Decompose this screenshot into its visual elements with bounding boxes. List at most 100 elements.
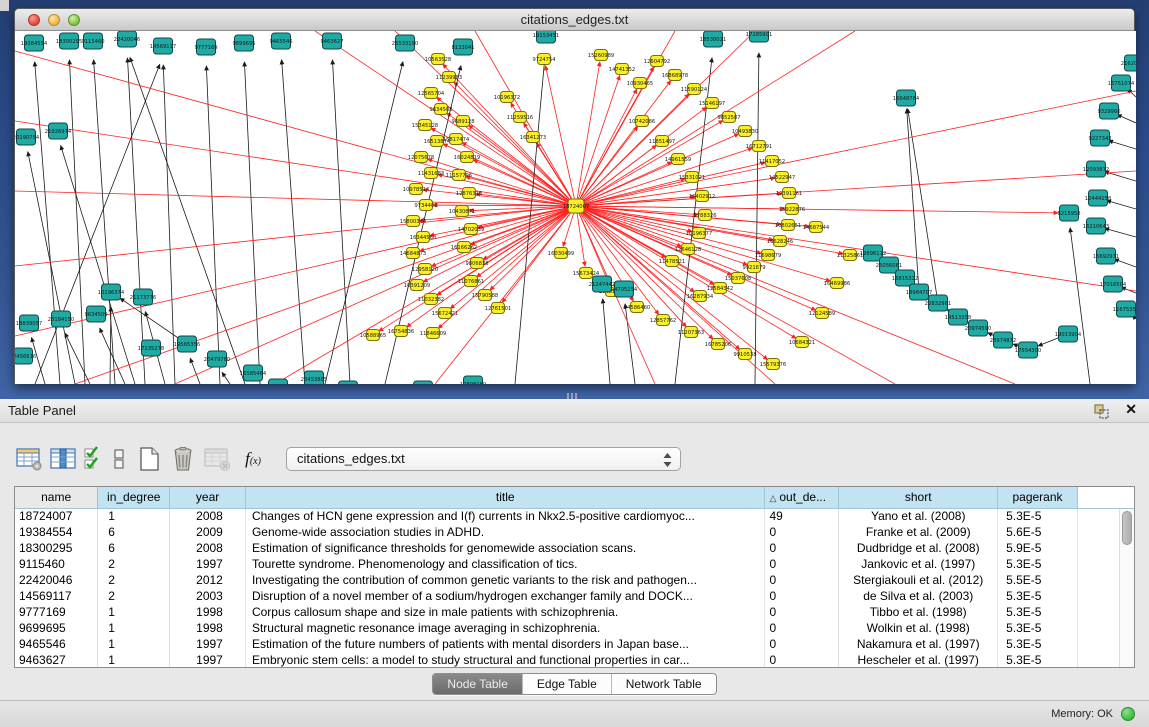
graph-node[interactable]: 16868978 xyxy=(662,70,688,81)
column-header-out_de[interactable]: △out_de... xyxy=(765,487,839,508)
new-column-icon[interactable] xyxy=(134,444,164,474)
table-cell[interactable]: 1 xyxy=(98,620,170,636)
citation-edge-black[interactable] xyxy=(94,60,115,384)
graph-node[interactable]: 15260989 xyxy=(588,50,614,61)
table-row[interactable]: 1938455462009Genome-wide association stu… xyxy=(15,524,1134,540)
citation-edge-red[interactable] xyxy=(576,206,585,266)
citation-edge-red[interactable] xyxy=(15,51,576,206)
table-cell[interactable]: Estimation of the future numbers of pati… xyxy=(245,636,764,652)
table-cell[interactable]: Franke et al. (2009) xyxy=(839,524,998,540)
graph-node[interactable]: 26533190 xyxy=(392,35,418,51)
citation-edge-black[interactable] xyxy=(332,60,350,384)
graph-node[interactable]: 15751074 xyxy=(1108,75,1135,91)
citation-edge-red[interactable] xyxy=(576,206,1015,384)
citation-edge-black[interactable] xyxy=(1109,141,1136,149)
graph-node[interactable]: 23453885 xyxy=(301,371,327,384)
show-column-icon[interactable] xyxy=(48,444,78,474)
graph-node[interactable]: 11032382 xyxy=(418,294,444,305)
graph-node[interactable]: 8133041 xyxy=(451,39,474,55)
graph-node[interactable]: 10196377 xyxy=(686,228,712,239)
table-cell[interactable]: Stergiakouli et al. (2012) xyxy=(839,572,998,588)
graph-node[interactable]: 21926974 xyxy=(45,123,72,139)
graph-node[interactable]: 10493830 xyxy=(732,126,758,137)
graph-node[interactable]: 15579376 xyxy=(760,359,786,370)
table-cell[interactable]: 19384554 xyxy=(15,524,98,540)
graph-node[interactable]: 9463627 xyxy=(320,33,343,49)
graph-node[interactable]: 10563528 xyxy=(425,54,451,65)
table-cell[interactable]: 0 xyxy=(765,524,839,540)
graph-node[interactable]: 10196372 xyxy=(494,92,520,103)
graph-node[interactable]: 14687544 xyxy=(803,222,830,233)
graph-node[interactable]: 9227343 xyxy=(1088,130,1111,146)
citation-edge-black[interactable] xyxy=(127,58,145,384)
table-cell[interactable]: 0 xyxy=(765,556,839,572)
graph-node[interactable]: 20479760 xyxy=(204,351,230,367)
graph-node[interactable]: 9699695 xyxy=(232,35,255,51)
table-cell[interactable]: 6 xyxy=(98,524,170,540)
table-cell[interactable]: de Silva et al. (2003) xyxy=(839,588,998,604)
graph-node[interactable]: 12565704 xyxy=(418,88,445,99)
column-header-name[interactable]: name xyxy=(15,487,98,508)
citation-edge-red[interactable] xyxy=(423,206,576,282)
graph-node[interactable]: 10930465 xyxy=(627,78,653,89)
graph-node[interactable]: 22420046 xyxy=(114,31,140,47)
citation-edge-red[interactable] xyxy=(576,31,855,206)
table-cell[interactable]: 0 xyxy=(765,572,839,588)
graph-node[interactable]: 10978514 xyxy=(403,184,430,195)
table-cell[interactable]: 5.3E-5 xyxy=(998,636,1078,652)
table-cell[interactable]: 2008 xyxy=(170,540,246,556)
graph-node[interactable]: 14513358 xyxy=(945,309,971,325)
table-cell[interactable]: 5.3E-5 xyxy=(998,652,1078,668)
graph-node[interactable]: 9115460 xyxy=(81,33,104,49)
citation-edge-black[interactable] xyxy=(1114,259,1136,267)
close-panel-icon[interactable]: ✕ xyxy=(1125,401,1137,418)
table-cell[interactable]: Dudbridge et al. (2008) xyxy=(839,540,998,556)
column-header-title[interactable]: title xyxy=(245,487,764,508)
graph-node[interactable]: 15146197 xyxy=(699,98,725,109)
table-vertical-scrollbar[interactable] xyxy=(1119,509,1134,667)
network-window-titlebar[interactable]: citations_edges.txt xyxy=(15,9,1134,31)
select-columns-icon[interactable] xyxy=(82,444,104,474)
column-header-short[interactable]: short xyxy=(839,487,998,508)
column-header-pagerank[interactable]: pagerank xyxy=(998,487,1078,508)
graph-node[interactable]: 10430871 xyxy=(449,206,475,217)
graph-node[interactable]: 11076861 xyxy=(458,276,484,287)
graph-node[interactable]: 10684321 xyxy=(789,337,815,348)
graph-node[interactable]: 15817474 xyxy=(443,134,470,145)
citation-edge-black[interactable] xyxy=(603,299,610,384)
graph-node[interactable]: 16341273 xyxy=(520,132,546,143)
graph-node[interactable]: 8215958 xyxy=(1057,205,1080,221)
graph-node[interactable]: 9689128 xyxy=(451,116,474,127)
table-cell[interactable]: 1997 xyxy=(170,556,246,572)
table-cell[interactable]: Investigating the contribution of common… xyxy=(245,572,764,588)
graph-node[interactable]: 14741352 xyxy=(609,64,635,75)
delete-column-icon[interactable] xyxy=(168,444,198,474)
graph-node[interactable]: 16024819 xyxy=(454,152,480,163)
graph-node[interactable]: 19153451 xyxy=(533,31,559,43)
graph-node[interactable]: 15056606 xyxy=(410,381,436,384)
graph-node[interactable]: 16210643 xyxy=(1083,218,1109,234)
citation-edge-black[interactable] xyxy=(1117,115,1136,123)
graph-node[interactable]: 9788326 xyxy=(693,210,716,221)
graph-node[interactable]: 12604792 xyxy=(644,56,670,67)
graph-node[interactable]: 23974872 xyxy=(990,332,1016,348)
graph-node[interactable]: 17554300 xyxy=(1015,342,1041,358)
table-cell[interactable]: 49 xyxy=(765,508,839,524)
citation-edge-black[interactable] xyxy=(35,62,60,384)
table-cell[interactable]: Structural magnetic resonance image aver… xyxy=(245,620,764,636)
table-cell[interactable]: Jankovic et al. (1997) xyxy=(839,556,998,572)
graph-node[interactable]: 18384059 xyxy=(265,379,291,384)
graph-node[interactable]: 14961559 xyxy=(665,154,691,165)
graph-node[interactable]: 11478521 xyxy=(659,256,685,267)
table-cell[interactable]: 9777169 xyxy=(15,604,98,620)
graph-node[interactable]: 9329966 xyxy=(1097,103,1120,119)
citation-edge-red[interactable] xyxy=(545,66,576,206)
graph-node[interactable]: 19013904 xyxy=(1055,326,1082,342)
graph-node[interactable]: 16287934 xyxy=(687,291,714,302)
graph-node[interactable]: 22832961 xyxy=(925,295,951,311)
graph-node[interactable]: 9852587 xyxy=(717,112,740,123)
citation-edge-black[interactable] xyxy=(1105,228,1136,237)
graph-node[interactable]: 10742086 xyxy=(629,116,655,127)
table-cell[interactable]: Wolkin et al. (1998) xyxy=(839,620,998,636)
citation-edge-black[interactable] xyxy=(222,372,230,384)
